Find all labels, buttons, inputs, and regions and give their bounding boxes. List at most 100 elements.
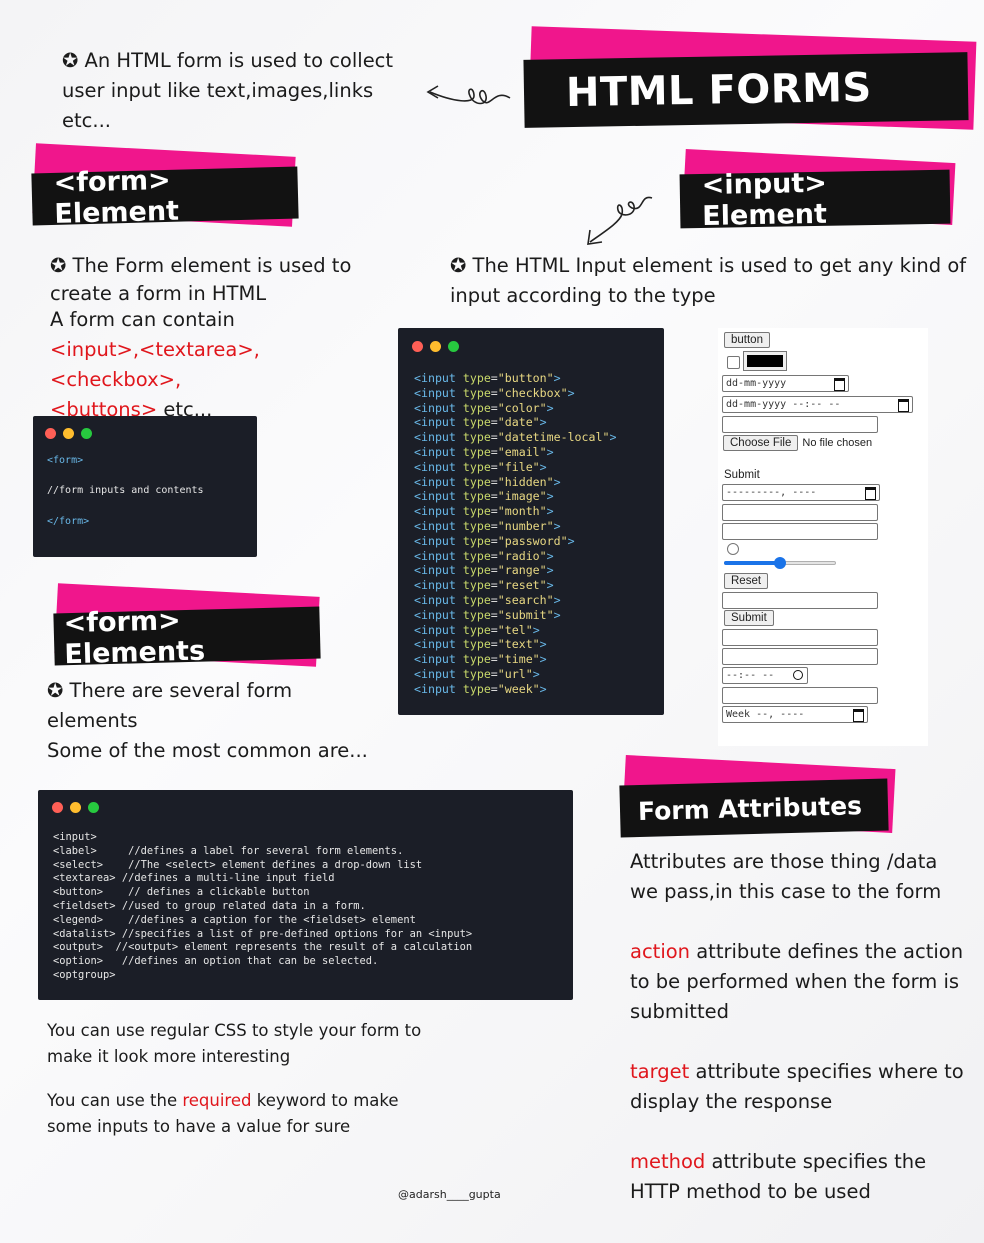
- code-token: type: [462, 563, 491, 578]
- code-token: type: [462, 592, 491, 607]
- text-line: submitted: [630, 1000, 729, 1023]
- code-token: >: [546, 563, 554, 578]
- form-attributes-banner: Form Attributes: [619, 754, 920, 842]
- text-line: HTTP method to be used: [630, 1180, 871, 1203]
- form-element-banner: <form> Element: [31, 143, 312, 230]
- text: attribute specifies where to: [689, 1060, 964, 1083]
- text: attribute specifies the: [705, 1150, 927, 1173]
- code-token: >: [546, 489, 554, 504]
- image-input[interactable]: Submit: [722, 468, 760, 481]
- month-input[interactable]: ---------, ----: [722, 484, 880, 501]
- code-token: =: [490, 385, 498, 400]
- input-type-line: <input type="url">: [414, 667, 616, 682]
- code-token: <input: [414, 607, 463, 622]
- form-code-box: <form> //form inputs and contents </form…: [33, 416, 257, 557]
- search-input[interactable]: [722, 592, 878, 609]
- section-heading: <input> Element: [701, 167, 828, 232]
- red-dot-icon: [45, 428, 56, 439]
- code-token: >: [539, 637, 547, 652]
- code-token: <input: [414, 563, 463, 578]
- page-title: HTML FORMS: [565, 64, 873, 117]
- tel-input[interactable]: [722, 629, 878, 646]
- code-token: >: [539, 681, 547, 696]
- note-line: make it look more interesting: [47, 1047, 291, 1066]
- green-dot-icon: [81, 428, 92, 439]
- code-token: "text": [497, 637, 540, 652]
- form-element-line: <button> // defines a clickable button: [53, 886, 310, 899]
- form-elements-list: <input> <label> //defines a label for sev…: [53, 831, 472, 983]
- code-token: <input: [414, 681, 463, 696]
- code-line: </form>: [47, 516, 90, 527]
- week-placeholder: Week --, ----: [726, 709, 805, 720]
- code-token: <input: [414, 518, 463, 533]
- notes: You can use regular CSS to style your fo…: [47, 1018, 421, 1140]
- code-token: <input: [414, 622, 463, 637]
- week-input[interactable]: Week --, ----: [722, 706, 868, 723]
- tags-line: <input>,<textarea>,<checkbox>,: [50, 338, 260, 391]
- range-thumb[interactable]: [774, 557, 786, 569]
- code-token: <input: [414, 489, 463, 504]
- code-token: >: [539, 459, 547, 474]
- code-token: "week": [497, 681, 540, 696]
- date-input[interactable]: dd-mm-yyyy: [722, 375, 849, 392]
- form-element-line: <fieldset> //used to group related data …: [53, 899, 366, 912]
- reset-button[interactable]: Reset: [724, 573, 769, 589]
- required-keyword: required: [182, 1091, 252, 1110]
- yellow-dot-icon: [63, 428, 74, 439]
- code-token: "hidden": [497, 474, 554, 489]
- red-dot-icon: [412, 341, 423, 352]
- code-token: =: [490, 489, 498, 504]
- action-keyword: action: [630, 940, 691, 963]
- choose-file-button[interactable]: Choose File: [723, 435, 799, 451]
- input-type-list: <input type="button"> <input type="checkb…: [414, 371, 616, 697]
- code-token: <input: [414, 474, 463, 489]
- code-token: =: [490, 474, 498, 489]
- range-input[interactable]: [724, 557, 836, 569]
- code-token: =: [490, 666, 498, 681]
- code-token: "radio": [497, 548, 547, 563]
- code-token: type: [462, 607, 491, 622]
- code-token: >: [532, 666, 540, 681]
- intro-text: ✪ An HTML form is used to collect user i…: [62, 46, 393, 136]
- code-token: >: [553, 518, 561, 533]
- file-input[interactable]: Choose File No file chosen: [723, 435, 872, 451]
- checkbox-input[interactable]: [727, 356, 740, 369]
- input-type-line: <input type="file">: [414, 460, 616, 475]
- code-token: =: [490, 652, 498, 667]
- code-token: "submit": [497, 607, 554, 622]
- code-token: type: [462, 666, 491, 681]
- code-token: >: [567, 385, 575, 400]
- code-token: =: [490, 444, 498, 459]
- input-type-line: <input type="submit">: [414, 608, 616, 623]
- code-token: <input: [414, 533, 463, 548]
- target-keyword: target: [630, 1060, 690, 1083]
- code-token: "range": [497, 563, 547, 578]
- datetime-local-input[interactable]: dd-mm-yyyy --:-- --: [722, 396, 913, 413]
- code-token: type: [462, 622, 491, 637]
- text-line: ✪ The Form element is used to: [50, 254, 352, 277]
- text-line: A form can contain: [50, 308, 235, 331]
- code-token: type: [462, 489, 491, 504]
- section-heading: <form> Element: [53, 164, 180, 230]
- time-input[interactable]: --:-- --: [722, 667, 808, 684]
- email-input[interactable]: [722, 416, 878, 433]
- input-element-text: ✪ The HTML Input element is used to get …: [450, 251, 970, 311]
- radio-input[interactable]: [727, 543, 739, 555]
- section-heading: <form> Elements: [63, 605, 206, 671]
- text-input[interactable]: [722, 648, 878, 665]
- range-fill: [724, 561, 780, 565]
- code-token: >: [553, 592, 561, 607]
- number-input[interactable]: [722, 504, 878, 521]
- button-input[interactable]: button: [724, 332, 770, 348]
- code-token: =: [490, 578, 498, 593]
- code-token: <input: [414, 400, 463, 415]
- password-input[interactable]: [722, 523, 878, 540]
- code-token: type: [462, 548, 491, 563]
- code-token: =: [490, 533, 498, 548]
- url-input[interactable]: [722, 687, 878, 704]
- input-type-line: <input type="range">: [414, 563, 616, 578]
- intro-line: user input like text,images,links: [62, 79, 374, 102]
- submit-button[interactable]: Submit: [724, 610, 774, 626]
- code-token: type: [462, 518, 491, 533]
- color-input[interactable]: [743, 351, 787, 371]
